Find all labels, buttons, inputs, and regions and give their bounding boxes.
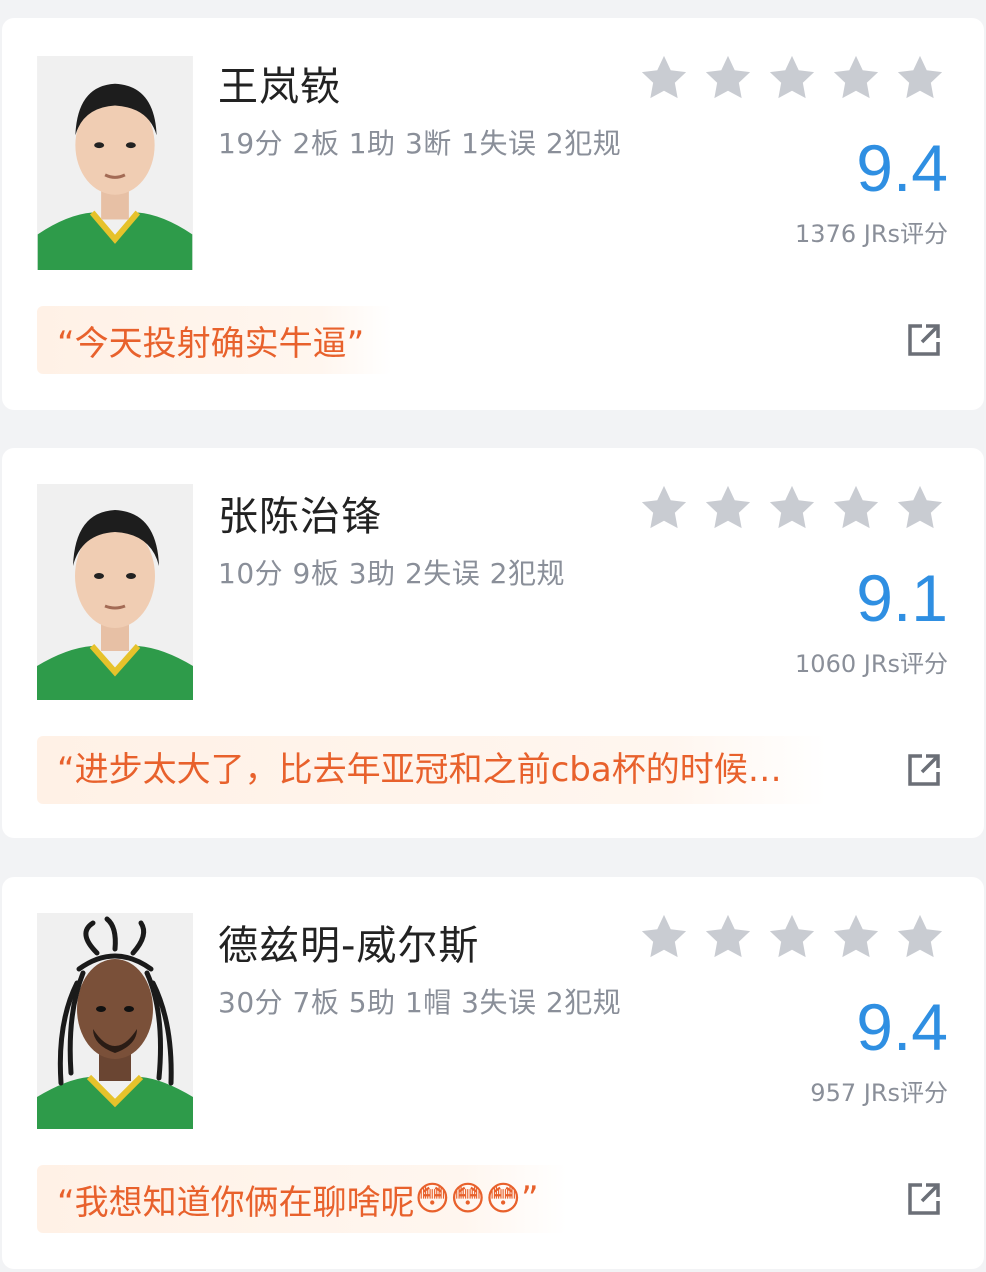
player-stats: 30分 7板 5助 1帽 3失误 2犯规 (218, 986, 622, 1019)
player-photo (37, 913, 193, 1129)
player-score: 9.4 (856, 990, 948, 1064)
star-icon[interactable] (638, 911, 690, 963)
star-icon[interactable] (830, 482, 882, 534)
rater-count: 957 JRs评分 (810, 1079, 948, 1107)
star-icon[interactable] (894, 482, 946, 534)
player-ratings-list: 王岚嵚 19分 2板 1助 3断 1失误 2犯规 9.4 1376 JRs评分 … (0, 0, 986, 1272)
player-name: 德兹明-威尔斯 (218, 923, 480, 969)
star-icon[interactable] (766, 52, 818, 104)
flushed-face-emoji: 😳😳😳 (414, 1179, 521, 1219)
player-card[interactable]: 张陈治锋 10分 9板 3助 2失误 2犯规 9.1 1060 JRs评分 “进… (2, 448, 984, 838)
star-icon[interactable] (766, 911, 818, 963)
player-card[interactable]: 王岚嵚 19分 2板 1助 3断 1失误 2犯规 9.4 1376 JRs评分 … (2, 18, 984, 410)
star-icon[interactable] (830, 52, 882, 104)
top-comment[interactable]: “我想知道你俩在聊啥呢 😳😳😳 ” (37, 1165, 567, 1233)
player-photo (37, 484, 193, 700)
star-icon[interactable] (830, 911, 882, 963)
external-share-icon[interactable] (904, 750, 944, 790)
star-icon[interactable] (702, 52, 754, 104)
star-icon[interactable] (702, 911, 754, 963)
top-comment[interactable]: “今天投射确实牛逼” (37, 306, 393, 374)
rating-stars[interactable] (638, 482, 946, 534)
external-share-icon[interactable] (904, 320, 944, 360)
comment-quote-end: ” (520, 1179, 539, 1219)
player-name: 张陈治锋 (218, 494, 382, 540)
star-icon[interactable] (638, 482, 690, 534)
comment-text: “我想知道你俩在聊啥呢 (57, 1182, 415, 1223)
player-name: 王岚嵚 (218, 64, 341, 110)
player-photo (37, 56, 193, 270)
external-share-icon[interactable] (904, 1179, 944, 1219)
rater-count: 1060 JRs评分 (795, 650, 948, 678)
player-score: 9.4 (856, 131, 948, 205)
player-stats: 19分 2板 1助 3断 1失误 2犯规 (218, 127, 622, 160)
rating-stars[interactable] (638, 911, 946, 963)
star-icon[interactable] (702, 482, 754, 534)
player-score: 9.1 (856, 561, 948, 635)
star-icon[interactable] (894, 911, 946, 963)
star-icon[interactable] (894, 52, 946, 104)
rating-stars[interactable] (638, 52, 946, 104)
rater-count: 1376 JRs评分 (795, 220, 948, 248)
star-icon[interactable] (766, 482, 818, 534)
player-card[interactable]: 德兹明-威尔斯 30分 7板 5助 1帽 3失误 2犯规 9.4 957 JRs… (2, 877, 984, 1269)
player-stats: 10分 9板 3助 2失误 2犯规 (218, 557, 565, 590)
star-icon[interactable] (638, 52, 690, 104)
top-comment[interactable]: “进步太大了，比去年亚冠和之前cba杯的时候… (37, 736, 827, 804)
